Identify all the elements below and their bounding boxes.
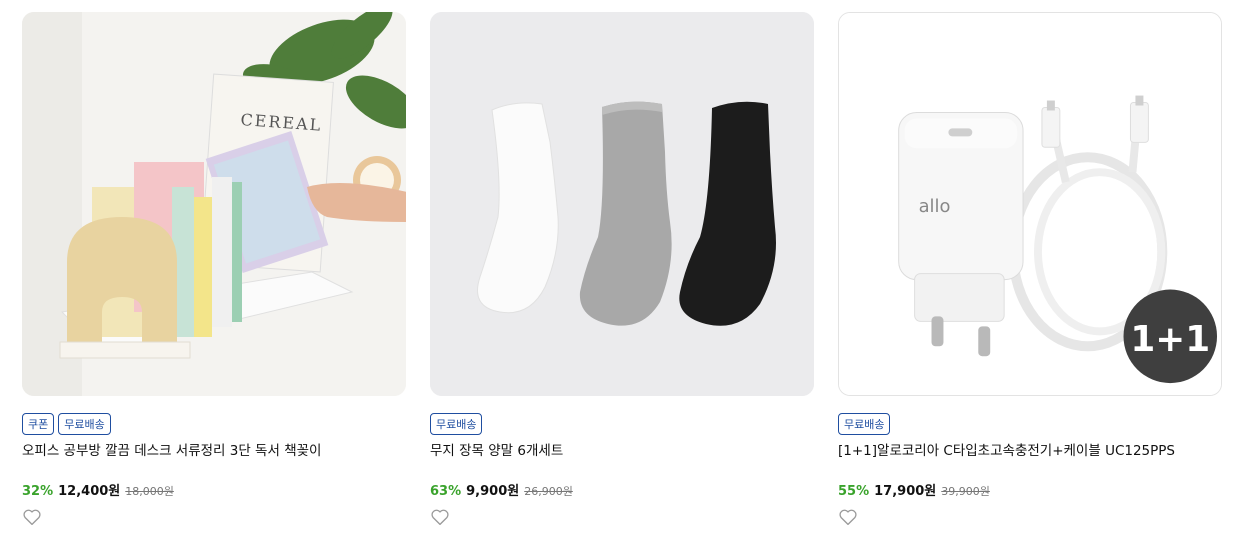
heart-outline-icon[interactable] [838, 508, 858, 526]
price-row: 32% 12,400원 18,000원 [22, 480, 406, 499]
sale-price: 12,400원 [58, 484, 121, 499]
original-price: 18,000원 [125, 485, 174, 498]
sale-price: 9,900원 [466, 484, 520, 499]
bookshelf-illustration: CEREAL [22, 12, 406, 396]
product-title[interactable]: [1+1]알로코리아 C타입초고속충전기+케이블 UC125PPS [838, 441, 1222, 461]
free-shipping-badge: 무료배송 [838, 413, 891, 435]
badge-list: 무료배송 [430, 413, 814, 435]
sale-price: 17,900원 [874, 484, 937, 499]
price-row: 63% 9,900원 26,900원 [430, 480, 814, 499]
product-grid: CEREAL 쿠폰 무료배송 오피스 공부방 깔끔 데스크 서류정리 3단 독서… [0, 0, 1235, 545]
product-card[interactable]: CEREAL 쿠폰 무료배송 오피스 공부방 깔끔 데스크 서류정리 3단 독서… [22, 12, 406, 526]
coupon-badge: 쿠폰 [22, 413, 55, 435]
heart-outline-icon[interactable] [430, 508, 450, 526]
product-title[interactable]: 무지 장목 양말 6개세트 [430, 441, 814, 461]
product-image[interactable] [430, 12, 814, 396]
price-row: 55% 17,900원 39,900원 [838, 480, 1222, 499]
product-title[interactable]: 오피스 공부방 깔끔 데스크 서류정리 3단 독서 책꽂이 [22, 441, 406, 461]
free-shipping-badge: 무료배송 [58, 413, 111, 435]
discount-rate: 55% [838, 484, 870, 499]
discount-rate: 63% [430, 484, 462, 499]
badge-list: 쿠폰 무료배송 [22, 413, 406, 435]
charger-illustration: allo 1+1 [839, 13, 1221, 395]
product-image[interactable]: allo 1+1 [838, 12, 1222, 396]
product-card[interactable]: 무료배송 무지 장목 양말 6개세트 63% 9,900원 26,900원 [430, 12, 814, 526]
product-card[interactable]: allo 1+1 무료배송 [1+1]알로코리아 C타입초고속충전기+케이블 U… [838, 12, 1222, 526]
product-image[interactable]: CEREAL [22, 12, 406, 396]
socks-illustration [430, 12, 814, 396]
discount-rate: 32% [22, 484, 54, 499]
promo-badge: 1+1 [1130, 319, 1210, 360]
brand-mark: allo [919, 196, 951, 217]
original-price: 39,900원 [941, 485, 990, 498]
free-shipping-badge: 무료배송 [430, 413, 483, 435]
original-price: 26,900원 [524, 485, 573, 498]
badge-list: 무료배송 [838, 413, 1222, 435]
heart-outline-icon[interactable] [22, 508, 42, 526]
